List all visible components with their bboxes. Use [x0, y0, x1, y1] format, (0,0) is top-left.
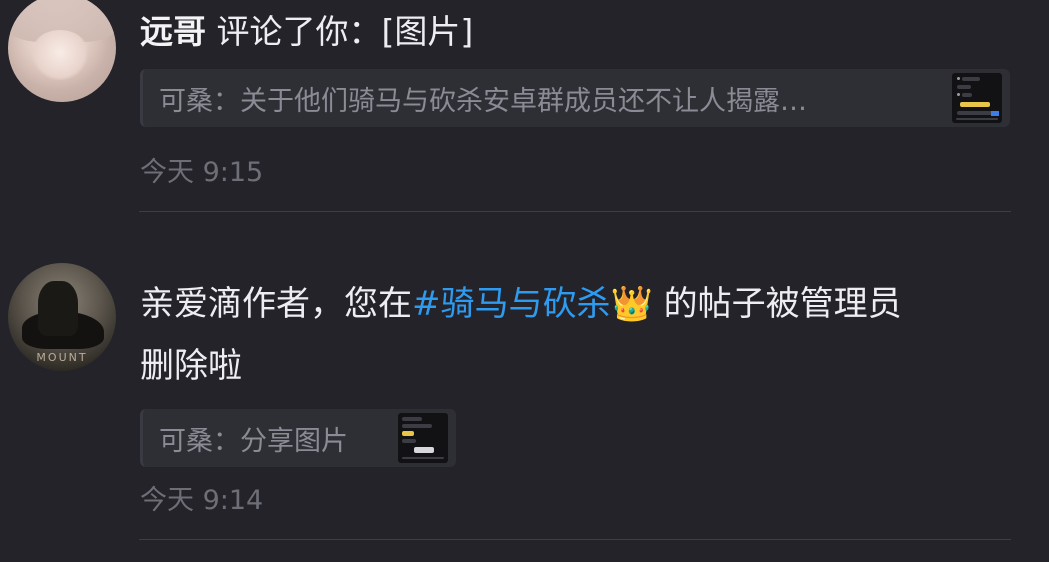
avatar[interactable] [8, 0, 116, 102]
notification-headline: 远哥 评论了你：[图片] [140, 8, 1011, 56]
quoted-post-text: 可桑：关于他们骑马与砍杀安卓群成员还不让人揭露… [159, 85, 807, 117]
author-name[interactable]: 远哥 [140, 12, 206, 51]
notification-feed: 远哥 评论了你：[图片] 可桑：关于他们骑马与砍杀安卓群成员还不让人揭露… 今天… [0, 0, 1049, 562]
timestamp: 今天 9:14 [140, 485, 264, 516]
quoted-post[interactable]: 可桑：关于他们骑马与砍杀安卓群成员还不让人揭露… [140, 69, 1010, 127]
avatar-logo-mark: MOUNT [36, 351, 88, 364]
crown-icon: 👑 [610, 284, 653, 324]
message-prefix: 亲爱滴作者，您在 [140, 284, 412, 324]
message-line-2: 删除啦 [140, 346, 242, 386]
image-thumbnail-icon[interactable] [952, 73, 1002, 123]
avatar-rider-shape [38, 281, 78, 336]
avatar-face-shape [30, 30, 90, 80]
action-text: 评论了你：[图片] [206, 12, 474, 51]
divider [139, 539, 1011, 540]
divider [139, 211, 1011, 212]
notification-content: 远哥 评论了你：[图片] 可桑：关于他们骑马与砍杀安卓群成员还不让人揭露… [140, 8, 1011, 127]
notification-message: 亲爱滴作者，您在#骑马与砍杀👑 的帖子被管理员 删除啦 [140, 273, 1011, 397]
timestamp: 今天 9:15 [140, 157, 264, 188]
quoted-post-text: 可桑：分享图片 [159, 425, 348, 457]
notification-item[interactable]: MOUNT 亲爱滴作者，您在#骑马与砍杀👑 的帖子被管理员 删除啦 可桑：分享图… [0, 213, 1049, 543]
avatar[interactable]: MOUNT [8, 263, 116, 371]
notification-content: 亲爱滴作者，您在#骑马与砍杀👑 的帖子被管理员 删除啦 可桑：分享图片 [140, 273, 1011, 467]
notification-item[interactable]: 远哥 评论了你：[图片] 可桑：关于他们骑马与砍杀安卓群成员还不让人揭露… 今天… [0, 0, 1049, 212]
image-thumbnail-icon[interactable] [398, 413, 448, 463]
message-line-1: 亲爱滴作者，您在#骑马与砍杀👑 的帖子被管理员 [140, 273, 1011, 335]
message-suffix: 的帖子被管理员 [652, 284, 902, 324]
topic-link[interactable]: #骑马与砍杀 [412, 284, 611, 324]
quoted-post[interactable]: 可桑：分享图片 [140, 409, 456, 467]
